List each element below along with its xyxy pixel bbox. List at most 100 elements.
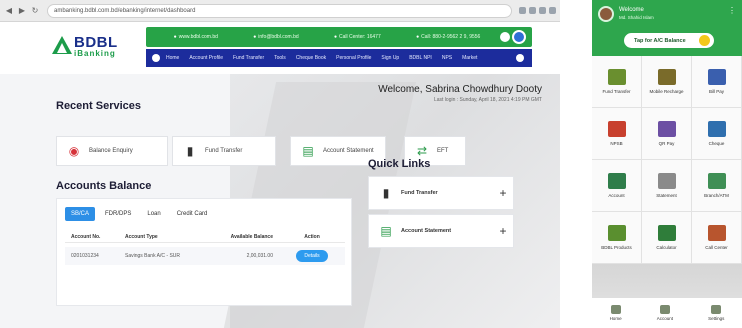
header-account-no: Account No.: [71, 233, 101, 240]
home-icon[interactable]: [152, 54, 160, 62]
grid-item-mobile-recharge[interactable]: Mobile Recharge: [642, 56, 692, 108]
npsb-icon: [607, 121, 626, 137]
bookmark-icon[interactable]: [519, 7, 526, 14]
grid-item-account[interactable]: Account: [592, 160, 642, 212]
grid-item-cheque[interactable]: Cheque: [692, 108, 742, 160]
last-login-text: Last login : Sunday, April 18, 2021 4:19…: [433, 97, 542, 103]
profile-icon[interactable]: [539, 7, 546, 14]
nav-personal-profile[interactable]: Personal Profile: [336, 55, 371, 61]
grid-item-label: NPSB: [610, 141, 623, 146]
browser-toolbar: ◀ ▶ ↻ ambanking.bdbl.com.bd/ebanking/int…: [0, 0, 560, 22]
grid-item-statement[interactable]: Statement: [642, 160, 692, 212]
service-grid: Fund Transfer Mobile Recharge Bill Pay NPSB…: [592, 56, 742, 264]
service-label: Account Statement: [323, 148, 374, 154]
service-balance-enquiry[interactable]: ◉ Balance Enquiry: [56, 136, 168, 166]
home-icon: [610, 305, 621, 314]
nav-bdbl-npi[interactable]: BDBL NPI: [409, 55, 432, 61]
avatar[interactable]: [598, 6, 614, 22]
email-link[interactable]: info@bdbl.com.bd: [253, 34, 298, 40]
menu-icon[interactable]: [549, 7, 556, 14]
quick-link-label: Fund Transfer: [401, 190, 438, 196]
grid-item-branch-atm[interactable]: Branch/ATM: [692, 160, 742, 212]
app-header: Welcome Md. Shahid Islam ⋮ Tap for A/C B…: [592, 0, 742, 56]
nav-home[interactable]: Home: [166, 55, 179, 61]
qr-pay-icon: [657, 121, 676, 137]
grid-item-label: Call Center: [705, 245, 728, 250]
fund-transfer-icon: ▮: [186, 144, 194, 158]
nav-fund-transfer[interactable]: Fund Transfer: [233, 55, 264, 61]
cheque-icon: [707, 121, 726, 137]
account-no-cell: 0201031234: [71, 253, 99, 259]
extension-icon[interactable]: [529, 7, 536, 14]
nav-sign-up[interactable]: Sign Up: [381, 55, 399, 61]
main-navigation: Home Account Profile Fund Transfer Tools…: [146, 49, 532, 67]
grid-item-npsb[interactable]: NPSB: [592, 108, 642, 160]
service-fund-transfer[interactable]: ▮ Fund Transfer: [172, 136, 276, 166]
grid-item-label: Statement: [656, 193, 677, 198]
tab-credit-card[interactable]: Credit Card: [171, 207, 214, 221]
plus-icon[interactable]: +: [493, 186, 513, 200]
address-bar[interactable]: ambanking.bdbl.com.bd/ebanking/internet/…: [47, 3, 512, 18]
theme-toggle[interactable]: [500, 32, 510, 42]
grid-item-bdbl-products[interactable]: BDBL Products: [592, 212, 642, 264]
service-label: Fund Transfer: [205, 148, 243, 154]
quick-link-fund-transfer[interactable]: ▮ Fund Transfer +: [368, 176, 514, 210]
welcome-block: Welcome, Sabrina Chowdhury Dooty Last lo…: [378, 84, 542, 103]
quick-link-label: Account Statement: [401, 228, 452, 234]
grid-item-qr-pay[interactable]: QR Pay: [642, 108, 692, 160]
quick-link-account-statement[interactable]: ▤ Account Statement +: [368, 214, 514, 248]
tab-fdrdps[interactable]: FDR/DPS: [99, 207, 137, 221]
nav-tools[interactable]: Tools: [274, 55, 286, 61]
screenshot-root: ◀ ▶ ↻ ambanking.bdbl.com.bd/ebanking/int…: [0, 0, 742, 328]
bottom-nav-account[interactable]: Account: [657, 305, 673, 321]
more-menu-icon[interactable]: ⋮: [728, 6, 736, 15]
nav-account-profile[interactable]: Account Profile: [189, 55, 223, 61]
grid-item-label: Fund Transfer: [602, 89, 631, 94]
tab-loan[interactable]: Loan: [141, 207, 166, 221]
nav-market[interactable]: Market: [462, 55, 477, 61]
logout-icon[interactable]: [516, 54, 524, 62]
header-action: Action: [304, 233, 320, 240]
grid-item-bill-pay[interactable]: Bill Pay: [692, 56, 742, 108]
logo-sub-text: iBanking: [74, 49, 116, 58]
bottom-nav-home[interactable]: Home: [610, 305, 622, 321]
phone-link[interactable]: Call: 880-2-9562 2 9, 9556: [416, 34, 480, 40]
grid-item-label: Account: [608, 193, 625, 198]
accounts-balance-panel: SB/CA FDR/DPS Loan Credit Card Account N…: [56, 198, 352, 306]
logo-mark-icon: [52, 36, 72, 54]
tab-sbca[interactable]: SB/CA: [65, 207, 96, 221]
nav-nps[interactable]: NPS: [442, 55, 452, 61]
forward-icon[interactable]: ▶: [17, 6, 27, 16]
coin-icon: [699, 35, 710, 46]
statement-icon: [657, 173, 676, 189]
web-page: BDBL iBanking www.bdbl.com.bd info@bdbl.…: [0, 22, 560, 328]
call-center-icon: [707, 225, 726, 241]
balance-enquiry-icon: ◉: [68, 144, 80, 158]
account-icon: [607, 173, 626, 189]
reload-icon[interactable]: ↻: [30, 6, 40, 16]
action-cell: Details: [279, 250, 345, 262]
tap-balance-button[interactable]: Tap for A/C Balance: [624, 33, 714, 48]
details-button[interactable]: Details: [296, 250, 328, 262]
nav-cheque-book[interactable]: Cheque Book: [296, 55, 326, 61]
grid-item-label: Calculator: [656, 245, 677, 250]
user-profile-icon[interactable]: [512, 30, 526, 44]
products-icon: [607, 225, 626, 241]
plus-icon[interactable]: +: [493, 224, 513, 238]
service-label: Balance Enquiry: [89, 148, 133, 154]
website-link[interactable]: www.bdbl.com.bd: [174, 34, 218, 40]
fund-transfer-icon: [607, 69, 626, 85]
bottom-nav-settings[interactable]: Settings: [708, 305, 724, 321]
back-icon[interactable]: ◀: [4, 6, 14, 16]
service-label: EFT: [437, 148, 449, 154]
call-center-link[interactable]: Call Center: 16477: [334, 34, 381, 40]
bdbl-logo[interactable]: BDBL iBanking: [52, 34, 142, 64]
grid-item-label: QR Pay: [658, 141, 675, 146]
header-balance: Available Balance: [230, 233, 273, 240]
welcome-text: Welcome, Sabrina Chowdhury Dooty: [378, 84, 542, 95]
grid-item-call-center[interactable]: Call Center: [692, 212, 742, 264]
eft-icon: ⇄: [416, 144, 428, 158]
grid-item-fund-transfer[interactable]: Fund Transfer: [592, 56, 642, 108]
grid-item-calculator[interactable]: Calculator: [642, 212, 692, 264]
bottom-nav-label: Home: [609, 316, 622, 321]
